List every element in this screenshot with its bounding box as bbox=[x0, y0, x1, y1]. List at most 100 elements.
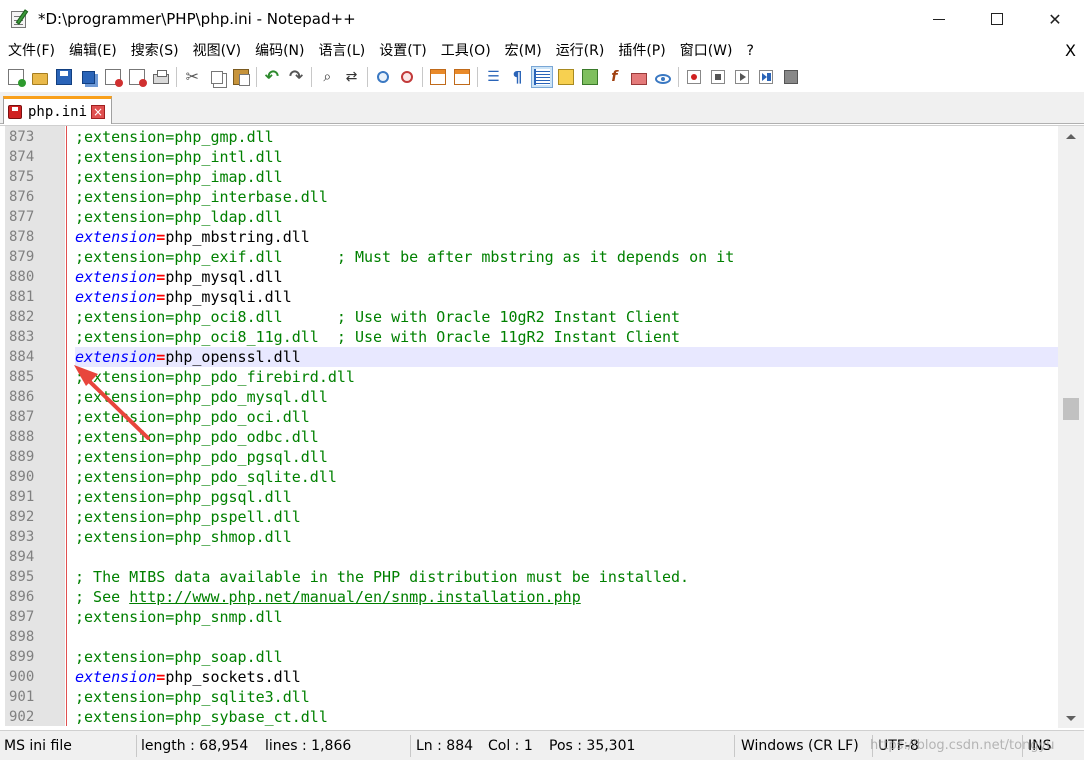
code-line[interactable]: 897 ;extension=php_snmp.dll bbox=[0, 607, 1058, 627]
tab-close-icon[interactable]: × bbox=[91, 104, 106, 119]
status-eol: Windows (CR LF) bbox=[741, 738, 859, 754]
menu-tools[interactable]: 工具(O) bbox=[433, 38, 497, 64]
new-file-button[interactable] bbox=[5, 66, 27, 88]
save-all-button[interactable] bbox=[78, 66, 100, 88]
code-line[interactable]: 882 ;extension=php_oci8.dll ; Use with Or… bbox=[0, 307, 1058, 327]
run-macro-multiple-button[interactable] bbox=[755, 66, 777, 88]
find-icon: ⌕ bbox=[323, 69, 332, 85]
show-all-characters-button[interactable]: ¶ bbox=[507, 66, 529, 88]
print-button[interactable] bbox=[150, 66, 172, 88]
code-line[interactable]: 888 ;extension=php_pdo_odbc.dll bbox=[0, 427, 1058, 447]
find-button[interactable]: ⌕ bbox=[316, 66, 338, 88]
code-line[interactable]: 901 ;extension=php_sqlite3.dll bbox=[0, 687, 1058, 707]
code-line[interactable]: 890 ;extension=php_pdo_sqlite.dll bbox=[0, 467, 1058, 487]
sync-horizontal-button[interactable] bbox=[451, 66, 473, 88]
scroll-down-button[interactable] bbox=[1058, 708, 1084, 728]
status-divider bbox=[410, 735, 411, 757]
open-file-button[interactable] bbox=[29, 66, 51, 88]
code-line[interactable]: 900 extension=php_sockets.dll bbox=[0, 667, 1058, 687]
menu-file[interactable]: 文件(F) bbox=[0, 38, 61, 64]
copy-button[interactable] bbox=[206, 66, 228, 88]
monitoring-button[interactable] bbox=[652, 66, 674, 88]
cut-button[interactable]: ✂ bbox=[181, 66, 203, 88]
code-line[interactable]: 889 ;extension=php_pdo_pgsql.dll bbox=[0, 447, 1058, 467]
menu-plugins[interactable]: 插件(P) bbox=[610, 38, 671, 64]
toolbar-separator bbox=[477, 67, 479, 87]
ini-operator: = bbox=[156, 228, 166, 246]
line-text: ;extension=php_pdo_firebird.dll bbox=[75, 367, 1058, 387]
code-line[interactable]: 894 bbox=[0, 547, 1058, 567]
document-map-button[interactable] bbox=[579, 66, 601, 88]
code-line[interactable]: 877 ;extension=php_ldap.dll bbox=[0, 207, 1058, 227]
code-line[interactable]: 876 ;extension=php_interbase.dll bbox=[0, 187, 1058, 207]
print-icon bbox=[153, 70, 170, 84]
folder-as-workspace-button[interactable] bbox=[628, 66, 650, 88]
code-line[interactable]: 887 ;extension=php_pdo_oci.dll bbox=[0, 407, 1058, 427]
line-number: 893 bbox=[9, 529, 35, 545]
menu-encoding[interactable]: 编码(N) bbox=[247, 38, 310, 64]
sync-vertical-button[interactable] bbox=[427, 66, 449, 88]
code-line[interactable]: 898 bbox=[0, 627, 1058, 647]
save-macro-button[interactable] bbox=[780, 66, 802, 88]
record-macro-button[interactable] bbox=[683, 66, 705, 88]
hyperlink[interactable]: http://www.php.net/manual/en/snmp.instal… bbox=[129, 588, 581, 606]
menu-search[interactable]: 搜索(S) bbox=[123, 38, 185, 64]
user-language-button[interactable] bbox=[555, 66, 577, 88]
menu-help[interactable]: ? bbox=[739, 38, 760, 64]
close-document-button[interactable]: X bbox=[1065, 38, 1076, 64]
play-macro-button[interactable] bbox=[731, 66, 753, 88]
code-line[interactable]: 880 extension=php_mysql.dll bbox=[0, 267, 1058, 287]
line-text bbox=[75, 547, 1058, 567]
code-area[interactable]: 873 ;extension=php_gmp.dll 874 ;extension=p… bbox=[0, 127, 1058, 727]
indent-guide-button[interactable] bbox=[530, 66, 553, 88]
vertical-scrollbar[interactable] bbox=[1058, 126, 1084, 728]
save-button[interactable] bbox=[53, 66, 75, 88]
menu-edit[interactable]: 编辑(E) bbox=[61, 38, 123, 64]
code-line[interactable]: 899 ;extension=php_soap.dll bbox=[0, 647, 1058, 667]
stop-macro-button[interactable] bbox=[707, 66, 729, 88]
redo-button[interactable]: ↷ bbox=[285, 66, 307, 88]
scrollbar-thumb[interactable] bbox=[1063, 398, 1079, 420]
code-line[interactable]: 878 extension=php_mbstring.dll bbox=[0, 227, 1058, 247]
cut-icon: ✂ bbox=[185, 67, 200, 86]
paste-button[interactable] bbox=[230, 66, 252, 88]
undo-button[interactable]: ↶ bbox=[261, 66, 283, 88]
menu-language[interactable]: 语言(L) bbox=[311, 38, 372, 64]
menu-macro[interactable]: 宏(M) bbox=[497, 38, 548, 64]
zoom-out-button[interactable] bbox=[396, 66, 418, 88]
current-line[interactable]: 884 extension=php_openssl.dll bbox=[0, 347, 1058, 367]
code-line[interactable]: 885 ;extension=php_pdo_firebird.dll bbox=[0, 367, 1058, 387]
code-line[interactable]: 886 ;extension=php_pdo_mysql.dll bbox=[0, 387, 1058, 407]
close-button[interactable] bbox=[102, 66, 124, 88]
menu-settings[interactable]: 设置(T) bbox=[371, 38, 432, 64]
minimize-button[interactable] bbox=[910, 0, 968, 38]
save-icon bbox=[56, 69, 73, 85]
code-line[interactable]: 883 ;extension=php_oci8_11g.dll ; Use wit… bbox=[0, 327, 1058, 347]
scroll-up-button[interactable] bbox=[1058, 126, 1084, 146]
close-window-button[interactable]: ✕ bbox=[1026, 0, 1084, 38]
code-line[interactable]: 891 ;extension=php_pgsql.dll bbox=[0, 487, 1058, 507]
maximize-button[interactable] bbox=[968, 0, 1026, 38]
close-all-button[interactable] bbox=[126, 66, 148, 88]
code-line[interactable]: 893 ;extension=php_shmop.dll bbox=[0, 527, 1058, 547]
show-all-characters-icon: ¶ bbox=[512, 68, 523, 86]
code-line[interactable]: 896 ; See http://www.php.net/manual/en/sn… bbox=[0, 587, 1058, 607]
code-line[interactable]: 902 ;extension=php_sybase_ct.dll bbox=[0, 707, 1058, 727]
code-line[interactable]: 879 ;extension=php_exif.dll ; Must be aft… bbox=[0, 247, 1058, 267]
replace-button[interactable]: ⇄ bbox=[340, 66, 362, 88]
editor[interactable]: 873 ;extension=php_gmp.dll 874 ;extension=p… bbox=[0, 125, 1084, 729]
code-line[interactable]: 874 ;extension=php_intl.dll bbox=[0, 147, 1058, 167]
code-line[interactable]: 892 ;extension=php_pspell.dll bbox=[0, 507, 1058, 527]
word-wrap-button[interactable]: ☰ bbox=[482, 66, 504, 88]
code-line[interactable]: 881 extension=php_mysqli.dll bbox=[0, 287, 1058, 307]
tab-php-ini[interactable]: php.ini × bbox=[3, 96, 113, 124]
code-line[interactable]: 873 ;extension=php_gmp.dll bbox=[0, 127, 1058, 147]
new-file-icon bbox=[8, 69, 26, 87]
code-line[interactable]: 895 ; The MIBS data available in the PHP … bbox=[0, 567, 1058, 587]
menu-view[interactable]: 视图(V) bbox=[185, 38, 248, 64]
code-line[interactable]: 875 ;extension=php_imap.dll bbox=[0, 167, 1058, 187]
menu-window[interactable]: 窗口(W) bbox=[672, 38, 739, 64]
function-list-button[interactable]: f bbox=[603, 66, 625, 88]
zoom-in-button[interactable] bbox=[372, 66, 394, 88]
menu-run[interactable]: 运行(R) bbox=[548, 38, 611, 64]
